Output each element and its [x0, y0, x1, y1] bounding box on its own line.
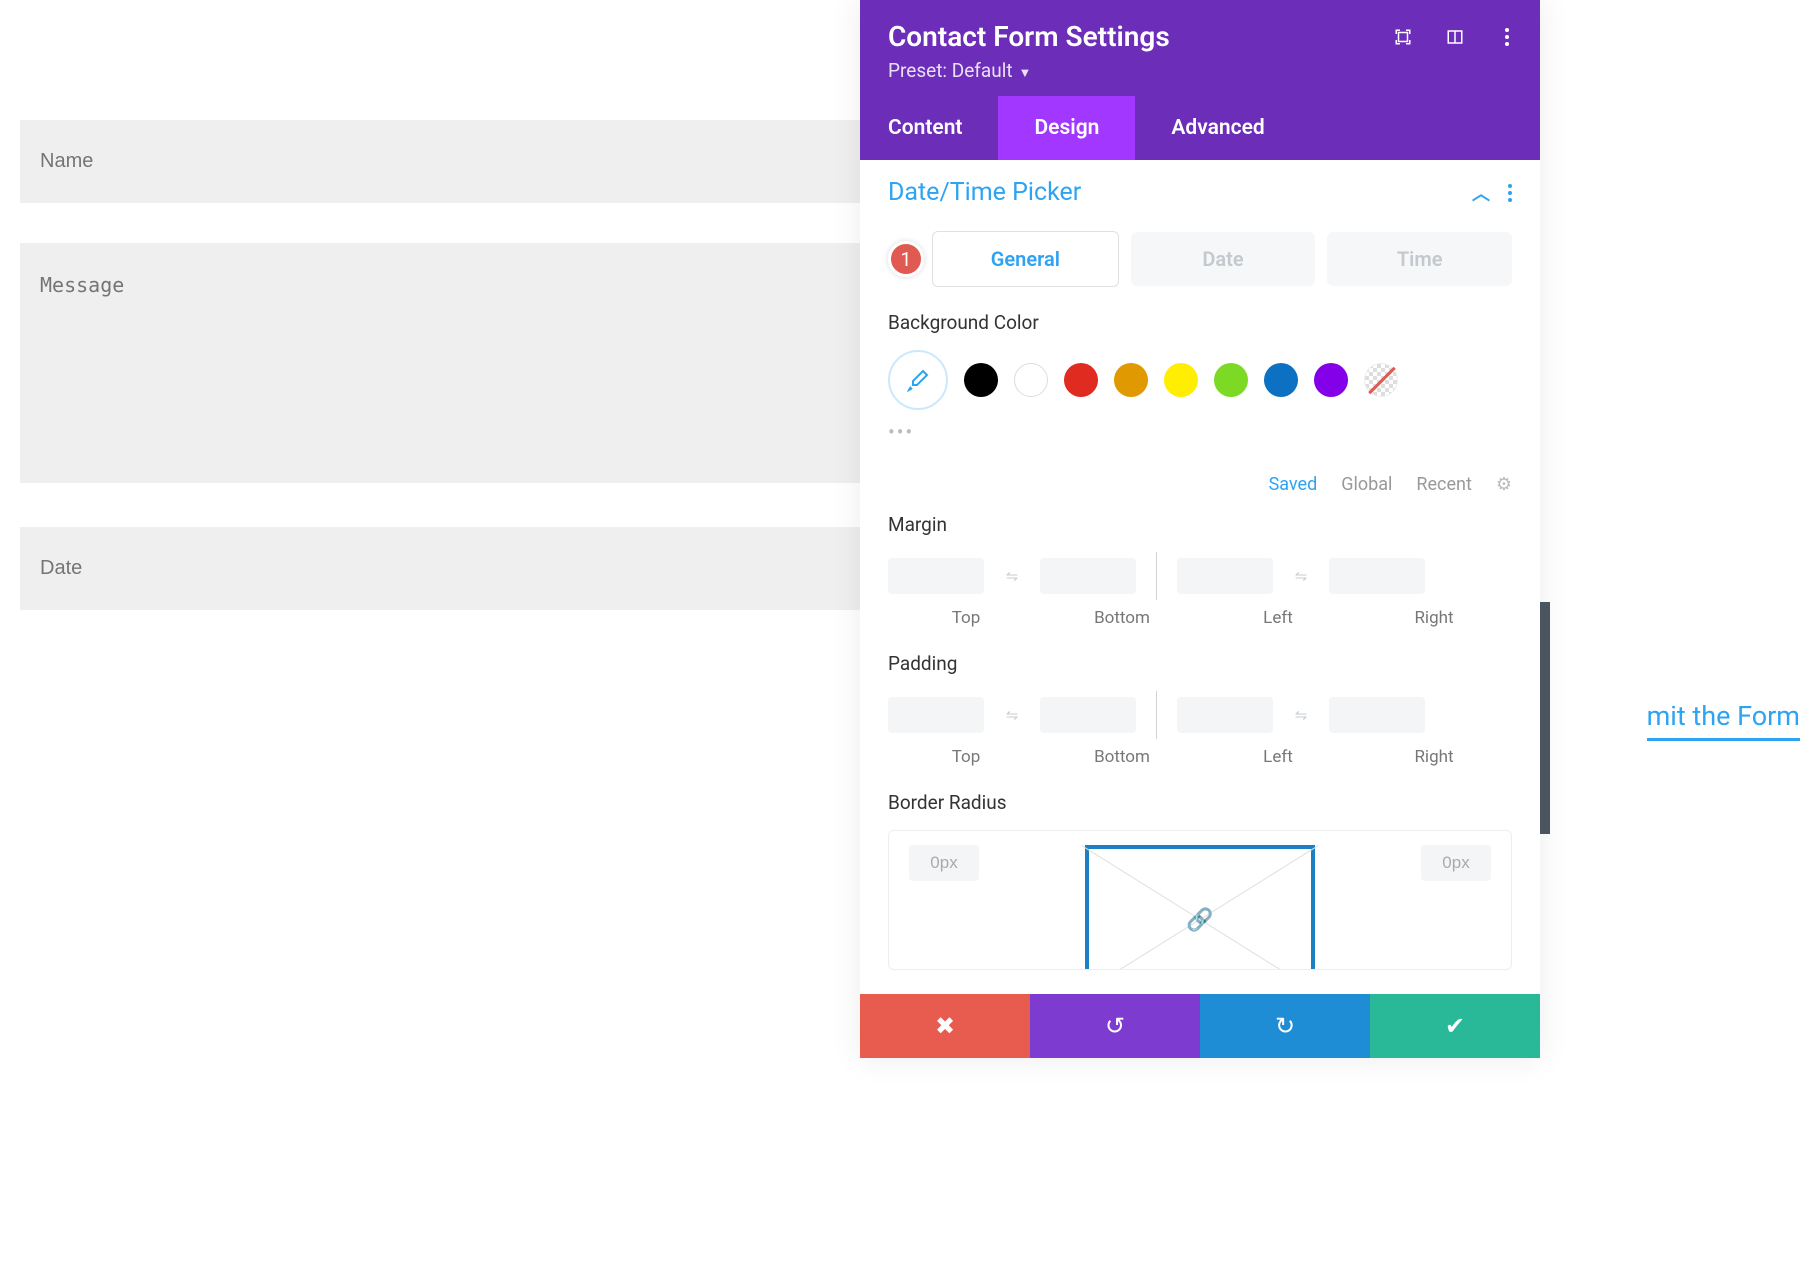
color-picker-button[interactable]: [888, 350, 948, 410]
bg-color-label: Background Color: [888, 311, 1512, 334]
margin-link-vert-icon[interactable]: ⇋: [998, 567, 1026, 585]
margin-side-label: Bottom: [1044, 608, 1200, 628]
submit-button[interactable]: mit the Form: [1647, 700, 1800, 741]
cancel-button[interactable]: ✖: [860, 994, 1030, 1058]
main-tabs: Content Design Advanced: [860, 96, 1540, 160]
palette-more-icon[interactable]: •••: [888, 420, 1512, 444]
swatch-blue[interactable]: [1264, 363, 1298, 397]
panel-footer: ✖ ↺ ↻ ✔: [860, 994, 1540, 1058]
margin-left-input[interactable]: [1177, 558, 1273, 594]
margin-link-horz-icon[interactable]: ⇋: [1287, 567, 1315, 585]
swatch-red[interactable]: [1064, 363, 1098, 397]
section-more-icon[interactable]: [1508, 184, 1512, 202]
radius-tl-input[interactable]: [909, 845, 979, 881]
margin-side-label: Right: [1356, 608, 1512, 628]
preset-selector[interactable]: Preset: Default▼: [888, 59, 1512, 82]
tab-content[interactable]: Content: [860, 96, 998, 160]
undo-button[interactable]: ↺: [1030, 994, 1200, 1058]
padding-link-horz-icon[interactable]: ⇋: [1287, 706, 1315, 724]
section-title[interactable]: Date/Time Picker: [888, 178, 1081, 207]
swatch-green[interactable]: [1214, 363, 1248, 397]
palette-tab-global[interactable]: Global: [1341, 474, 1392, 495]
padding-right-input[interactable]: [1329, 697, 1425, 733]
margin-side-label: Left: [1200, 608, 1356, 628]
swatch-black[interactable]: [964, 363, 998, 397]
palette-tab-saved[interactable]: Saved: [1269, 474, 1318, 495]
tab-advanced[interactable]: Advanced: [1135, 96, 1300, 160]
subtab-time[interactable]: Time: [1327, 232, 1512, 286]
scrollbar[interactable]: [1540, 602, 1550, 834]
more-menu-icon[interactable]: [1496, 26, 1518, 48]
border-radius-label: Border Radius: [888, 791, 1512, 814]
padding-side-label: Top: [888, 747, 1044, 767]
margin-right-input[interactable]: [1329, 558, 1425, 594]
split-view-icon[interactable]: [1444, 26, 1466, 48]
padding-left-input[interactable]: [1177, 697, 1273, 733]
radius-tr-input[interactable]: [1421, 845, 1491, 881]
padding-side-label: Right: [1356, 747, 1512, 767]
padding-side-label: Left: [1200, 747, 1356, 767]
swatch-transparent[interactable]: [1364, 363, 1398, 397]
border-radius-control: 🔗: [888, 830, 1512, 970]
padding-bottom-input[interactable]: [1040, 697, 1136, 733]
margin-label: Margin: [888, 513, 1512, 536]
margin-top-input[interactable]: [888, 558, 984, 594]
subtab-date[interactable]: Date: [1131, 232, 1316, 286]
save-button[interactable]: ✔: [1370, 994, 1540, 1058]
swatch-white[interactable]: [1014, 363, 1048, 397]
padding-side-label: Bottom: [1044, 747, 1200, 767]
redo-button[interactable]: ↻: [1200, 994, 1370, 1058]
palette-settings-icon[interactable]: ⚙: [1496, 474, 1512, 495]
margin-bottom-input[interactable]: [1040, 558, 1136, 594]
swatch-yellow[interactable]: [1164, 363, 1198, 397]
panel-header: Contact Form Settings Preset: Default▼: [860, 0, 1540, 96]
expand-icon[interactable]: [1392, 26, 1414, 48]
settings-panel: Contact Form Settings Preset: Default▼ C…: [860, 0, 1540, 1058]
subtab-general[interactable]: General: [932, 231, 1119, 287]
tab-design[interactable]: Design: [998, 96, 1135, 160]
swatch-purple[interactable]: [1314, 363, 1348, 397]
padding-link-vert-icon[interactable]: ⇋: [998, 706, 1026, 724]
palette-tab-recent[interactable]: Recent: [1416, 474, 1471, 495]
padding-label: Padding: [888, 652, 1512, 675]
step-marker: 1: [888, 241, 924, 277]
radius-link-icon[interactable]: 🔗: [1186, 908, 1213, 933]
swatch-orange[interactable]: [1114, 363, 1148, 397]
collapse-icon[interactable]: ︿: [1472, 180, 1490, 206]
margin-side-label: Top: [888, 608, 1044, 628]
padding-top-input[interactable]: [888, 697, 984, 733]
